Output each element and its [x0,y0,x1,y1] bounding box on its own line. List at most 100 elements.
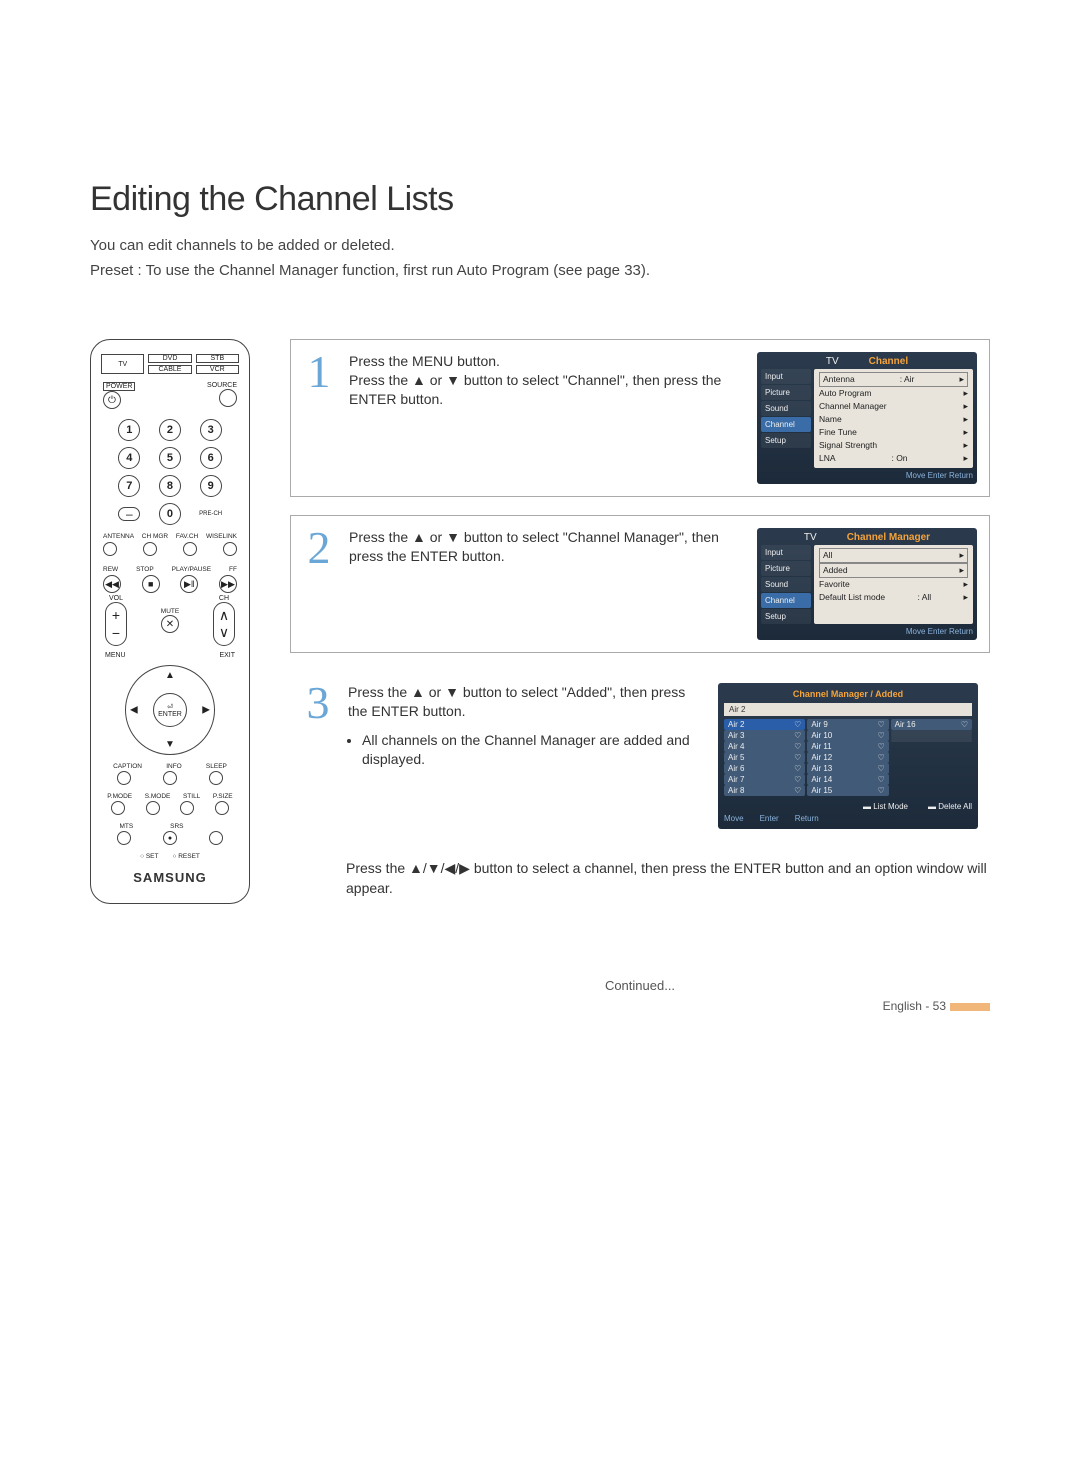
remote-smode: S.MODE [145,793,171,800]
osd-row-val: : All [917,592,931,603]
remote-btn [215,801,229,815]
chevron-right-icon: ▸ [963,592,968,603]
step-bullet: All channels on the Channel Manager are … [362,731,708,769]
intro-line-1: You can edit channels to be added or del… [90,237,990,254]
osd-ch-cell: Air 9♡ [807,719,888,730]
osd-row: LNA [819,453,836,464]
heart-icon: ♡ [794,764,801,773]
remote-menu-label: MENU [105,652,126,659]
stop-icon: ■ [142,575,160,593]
remote-power-label: POWER [103,382,135,391]
continued-label: Continued... [290,978,990,993]
osd-title: Channel Manager / Added [724,689,972,699]
remote-dev-cable: CABLE [148,365,191,374]
chevron-right-icon: ▸ [959,374,964,385]
minus-icon: − [112,625,120,641]
ff-icon: ▶▶ [219,575,237,593]
remote-ch-label: CH [219,595,229,602]
osd-ch-cell: Air 2♡ [724,719,805,730]
osd-row: Signal Strength [819,440,877,451]
osd-row: Antenna [823,374,855,385]
remote-btn [117,771,131,785]
osd-ch-cell: Air 12♡ [807,752,888,763]
remote-trans-ff-label: FF [229,566,237,573]
chevron-right-icon: ▸ [963,440,968,451]
step-2: 2 Press the ▲ or ▼ button to select "Cha… [290,515,990,653]
chevron-right-icon: ▸ [963,401,968,412]
osd-tab-picture: Picture [761,561,811,576]
remote-btn: ● [163,831,177,845]
heart-icon: ♡ [794,742,801,751]
remote-trans-rew-label: REW [103,566,118,573]
osd-listmode: List Mode [863,802,908,811]
down-icon: ∨ [219,624,229,641]
remote-trans-play-label: PLAY/PAUSE [172,566,212,573]
dpad-up-icon: ▲ [165,670,175,681]
power-icon: ⏻ [103,391,121,409]
remote-btn [209,771,223,785]
chevron-right-icon: ▸ [963,579,968,590]
remote-psize: P.SIZE [213,793,233,800]
dpad-down-icon: ▼ [165,739,175,750]
plus-icon: + [112,607,120,623]
osd-footer: Move Enter Return [761,468,973,480]
remote-still: STILL [183,793,200,800]
remote-num-0: 0 [159,503,181,525]
chevron-right-icon: ▸ [963,427,968,438]
remote-func-btn [143,542,157,556]
play-pause-icon: ▶‖ [180,575,198,593]
remote-exit-label: EXIT [219,652,235,659]
remote-num-9: 9 [200,475,222,497]
osd-foot-return: Return [795,814,819,823]
chevron-right-icon: ▸ [959,565,964,576]
chevron-right-icon: ▸ [963,388,968,399]
remote-dash: – [118,507,140,521]
osd-footer: Move Enter Return [761,624,973,636]
osd-ch-cell: Air 13♡ [807,763,888,774]
osd-tab-sound: Sound [761,577,811,592]
remote-mts: MTS [119,823,133,830]
remote-trans-stop-label: STOP [136,566,154,573]
heart-icon: ♡ [794,786,801,795]
remote-num-1: 1 [118,419,140,441]
heart-icon: ♡ [794,720,801,729]
remote-num-7: 7 [118,475,140,497]
remote-btn [111,801,125,815]
osd-ch-cell: Air 5♡ [724,752,805,763]
remote-btn [163,771,177,785]
remote-dev-vcr: VCR [196,365,239,374]
chevron-right-icon: ▸ [959,550,964,561]
remote-func-btn [183,542,197,556]
ch-rocker: ∧∨ [213,602,235,646]
remote-num-6: 6 [200,447,222,469]
remote-num-2: 2 [159,419,181,441]
page-title: Editing the Channel Lists [90,180,990,219]
osd-row-val: : On [891,453,907,464]
step-text: Press the MENU button. Press the ▲ or ▼ … [349,352,747,409]
remote-btn [209,831,223,845]
chevron-right-icon: ▸ [963,414,968,425]
remote-num-5: 5 [159,447,181,469]
heart-icon: ♡ [877,742,884,751]
osd-ch-cell: Air 10♡ [807,730,888,741]
step-1: 1 Press the MENU button. Press the ▲ or … [290,339,990,497]
step-number: 3 [298,683,338,722]
remote-func-wiselink: WISELINK [206,533,237,540]
osd-title: Channel [869,356,908,367]
osd-tv-label: TV [826,356,839,367]
osd-row: Default List mode [819,592,885,603]
step-number: 1 [299,352,339,391]
vol-rocker: +− [105,602,127,646]
osd-channel-grid: Channel Manager / Added Air 2 Air 2♡ Air… [718,683,978,829]
osd-current-channel: Air 2 [724,703,972,716]
remote-btn [180,801,194,815]
osd-ch-cell: Air 6♡ [724,763,805,774]
heart-icon: ♡ [877,775,884,784]
osd-ch-cell [891,740,972,742]
osd-ch-cell: Air 14♡ [807,774,888,785]
remote-set: ○ SET [140,853,158,860]
intro-line-2: Preset : To use the Channel Manager func… [90,262,990,279]
heart-icon: ♡ [961,720,968,729]
remote-prech: PRE-CH [196,511,225,517]
remote-func-favch: FAV.CH [176,533,198,540]
